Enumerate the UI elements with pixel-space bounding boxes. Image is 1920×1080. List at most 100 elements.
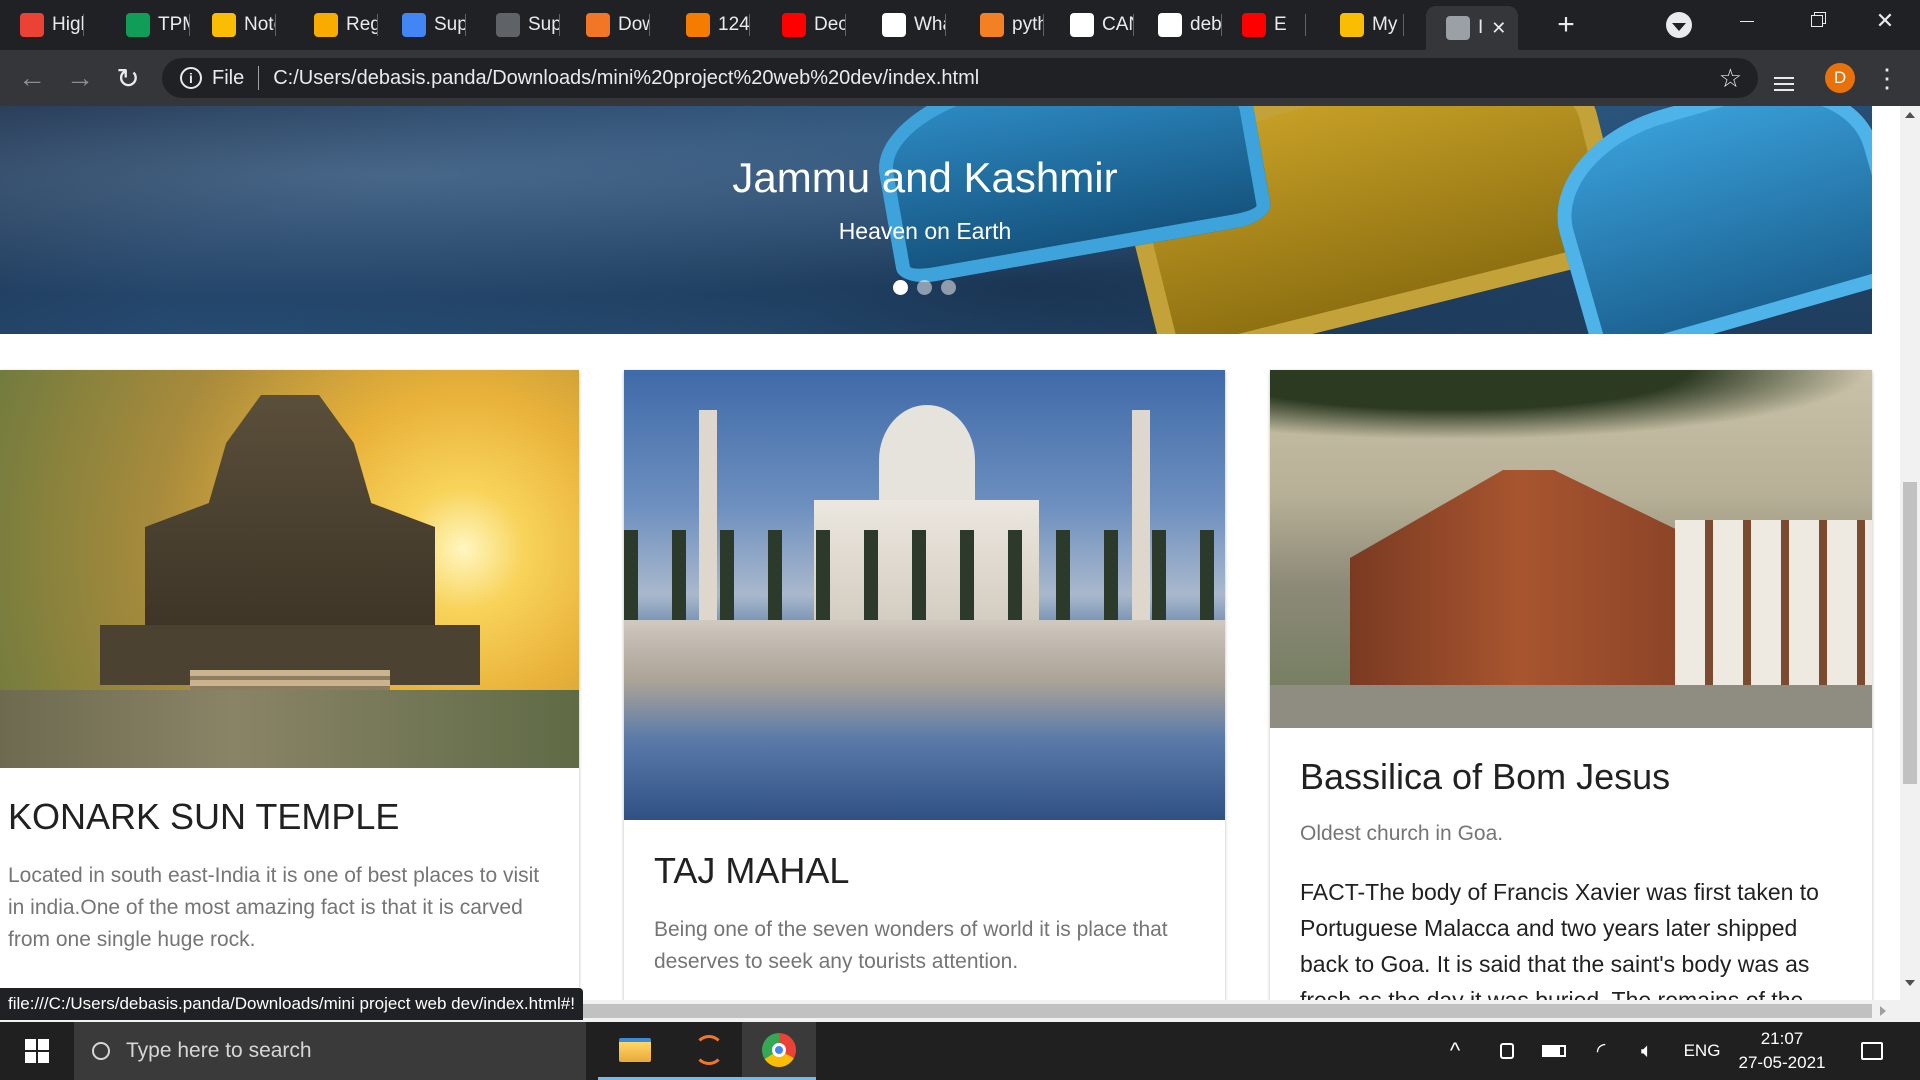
carousel-subtitle: Heaven on Earth [838,218,1012,244]
meet-now-icon[interactable] [1490,1022,1524,1080]
youtube-icon [782,13,806,37]
card-title: KONARK SUN TEMPLE [8,796,400,837]
browser-tab[interactable]: Note [192,6,276,44]
volume-icon[interactable]: 🔈︎ [1630,1022,1664,1080]
taskbar-search[interactable]: Type here to search [74,1022,586,1080]
info-icon[interactable]: i [180,67,202,89]
browser-tab[interactable]: Sup [382,6,466,44]
image-carousel[interactable]: Jammu and Kashmir Heaven on Earth [0,106,1872,334]
battery-icon[interactable] [1536,1022,1572,1080]
gmail-icon [20,13,44,37]
tab-title: 124( [718,14,750,35]
show-hidden-icons[interactable]: ^ [1440,1022,1470,1080]
tab-separator [465,14,466,36]
start-button[interactable] [0,1022,74,1080]
wifi-icon[interactable]: ◜ [1584,1022,1618,1080]
file-explorer-button[interactable] [598,1022,672,1080]
back-button[interactable]: ← [10,50,54,106]
tab-title: High [52,14,84,35]
media-controls-button[interactable] [1774,64,1804,92]
browser-tab[interactable]: 124( [666,6,750,44]
close-tab-icon[interactable]: ✕ [1491,18,1506,39]
page-viewport: Jammu and Kashmir Heaven on Earth KONARK… [0,106,1900,1000]
scroll-thumb[interactable] [1903,482,1917,784]
profile-avatar[interactable]: D [1825,63,1855,93]
carousel-indicator[interactable] [941,280,956,295]
browser-tab[interactable]: I ✕ [1426,6,1518,50]
tab-title: deb [1190,14,1222,35]
reload-button[interactable]: ↻ [106,50,150,106]
carousel-indicator[interactable] [893,280,908,295]
windows-logo-icon [25,1039,49,1063]
browser-tab[interactable]: Sup [476,6,560,44]
folder-icon [619,1037,651,1062]
tab-separator [649,14,650,36]
restore-button[interactable] [1794,0,1840,42]
menu-button[interactable]: ⋮ [1872,60,1902,96]
browser-tab[interactable]: Wha [862,6,946,44]
reflection-pool [624,620,1225,820]
browser-tab[interactable]: pyth [960,6,1044,44]
tab-title: Dow [618,14,650,35]
browser-tab[interactable]: CAN [1050,6,1134,44]
browser-tab[interactable]: High [0,6,84,44]
browser-tab[interactable]: E [1222,6,1306,44]
card-subtitle: Oldest church in Goa. [1300,822,1504,845]
chrome-app-button[interactable] [742,1022,816,1080]
url-text[interactable]: C:/Users/debasis.panda/Downloads/mini%20… [273,67,979,90]
tab-title: E [1274,14,1287,35]
address-bar[interactable]: i File C:/Users/debasis.panda/Downloads/… [162,58,1758,98]
tab-search-button[interactable] [1666,12,1692,38]
medium-icon [882,13,906,37]
konark-temple-image [0,370,579,768]
search-icon [92,1042,110,1060]
tab-separator [945,14,946,36]
browser-tab[interactable]: Deci [762,6,846,44]
search-placeholder: Type here to search [126,1039,312,1062]
docs-icon [402,13,426,37]
browser-tab[interactable]: My [1320,6,1404,44]
card-bom-jesus: Bassilica of Bom Jesus Oldest church in … [1270,370,1872,1000]
colab-icon [314,13,338,37]
tab-separator [1305,14,1306,36]
kebab-menu-icon: ⋮ [1874,62,1900,93]
sheets-icon [126,13,150,37]
tab-separator [377,14,378,36]
tab-separator [1043,14,1044,36]
divider [258,66,260,90]
tab-separator [559,14,560,36]
input-language[interactable]: ENG [1680,1022,1724,1080]
tab-separator [275,14,276,36]
taj-dome [879,405,975,515]
clock[interactable]: 21:07 27-05-2021 [1730,1022,1834,1080]
card-description: Located in south east-India it is one of… [8,864,540,951]
vertical-scrollbar[interactable] [1900,106,1920,1022]
forward-button[interactable]: → [58,50,102,106]
notification-center-button[interactable] [1852,1022,1892,1080]
tab-title: Sup [528,14,560,35]
jupyter-app-button[interactable] [672,1022,746,1080]
clock-date: 27-05-2021 [1738,1053,1826,1072]
carousel-indicator[interactable] [917,280,932,295]
browser-tab[interactable]: Dow [566,6,650,44]
browser-tab[interactable]: Regr [294,6,378,44]
browser-tab[interactable]: deb [1138,6,1222,44]
windows-taskbar: Type here to search ^ ◜ 🔈︎ ENG 21:07 27-… [0,1022,1920,1080]
tab-title: My [1372,14,1398,35]
tab-title: Regr [346,14,378,35]
chevron-down-icon [1672,22,1686,31]
scroll-right-arrow[interactable] [1880,1006,1886,1016]
card-title: TAJ MAHAL [654,850,850,891]
new-tab-button[interactable]: + [1548,6,1584,44]
minimize-button[interactable] [1724,0,1770,42]
chrome-icon [762,1032,796,1067]
tab-title: Deci [814,14,846,35]
arrow-left-icon: ← [18,62,46,93]
close-window-button[interactable]: ✕ [1860,0,1910,42]
tab-title: Sup [434,14,466,35]
bookmark-star-icon[interactable]: ☆ [1719,63,1742,94]
browser-tab[interactable]: TPM [106,6,190,44]
courtyard [1270,685,1872,728]
scroll-up-arrow[interactable] [1905,112,1915,118]
scroll-down-arrow[interactable] [1905,980,1915,986]
